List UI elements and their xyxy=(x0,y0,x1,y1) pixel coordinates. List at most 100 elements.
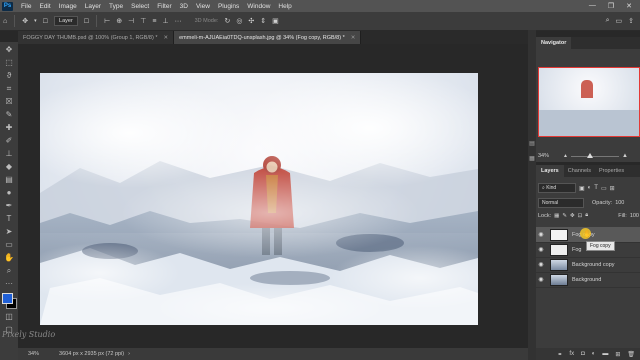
lasso-tool[interactable]: ϑ xyxy=(3,70,15,81)
menu-image[interactable]: Image xyxy=(55,3,81,10)
menu-type[interactable]: Type xyxy=(105,3,127,10)
zoom-level[interactable]: 34% xyxy=(28,351,39,357)
align-right-icon[interactable]: ⊣ xyxy=(128,17,134,25)
eye-icon[interactable]: ◉ xyxy=(536,261,546,268)
menu-layer[interactable]: Layer xyxy=(81,3,105,10)
move-tool[interactable]: ✥ xyxy=(3,44,15,55)
hand-tool[interactable]: ✋ xyxy=(3,252,15,263)
dodge-tool[interactable]: ● xyxy=(3,187,15,198)
minimize-icon[interactable]: — xyxy=(589,2,596,10)
close-tab-icon[interactable]: ✕ xyxy=(351,35,356,41)
menu-edit[interactable]: Edit xyxy=(35,3,54,10)
share-icon[interactable]: ⇪ xyxy=(628,17,634,25)
pen-tool[interactable]: ✒ xyxy=(3,200,15,211)
tab-emmeli-photo[interactable]: emmeli-m-AJUAEia0TDQ-unsplash.jpg @ 34% … xyxy=(174,31,362,44)
gradient-tool[interactable]: ▤ xyxy=(3,174,15,185)
eraser-tool[interactable]: ◆ xyxy=(3,161,15,172)
link-icon[interactable]: ⚭ xyxy=(557,351,562,358)
auto-select-checkbox[interactable]: ☐ xyxy=(43,18,48,25)
scale-3d-icon[interactable]: ▣ xyxy=(272,17,279,25)
tab-navigator[interactable]: Navigator xyxy=(536,37,572,49)
align-left-icon[interactable]: ⊢ xyxy=(104,17,110,25)
move-tool-icon[interactable]: ✥ xyxy=(22,17,28,25)
more-tools-icon[interactable]: ··· xyxy=(3,278,15,289)
eye-icon[interactable]: ◉ xyxy=(536,276,546,283)
shape-tool[interactable]: ▭ xyxy=(3,239,15,250)
panel-icon[interactable]: ▤ xyxy=(528,140,536,147)
zoom-slider-handle[interactable] xyxy=(586,152,593,158)
menu-filter[interactable]: Filter xyxy=(153,3,175,10)
navigator-zoom[interactable]: 34% xyxy=(538,153,549,159)
stamp-tool[interactable]: ⊥ xyxy=(3,148,15,159)
eye-icon[interactable]: ◉ xyxy=(536,246,546,253)
align-top-icon[interactable]: ⊤ xyxy=(140,17,146,25)
panel-icon[interactable]: ▦ xyxy=(528,155,536,162)
close-tab-icon[interactable]: ✕ xyxy=(163,35,168,41)
lock-artboard-icon[interactable]: ⊡ xyxy=(578,213,583,219)
type-filter-icon[interactable]: T xyxy=(594,185,598,191)
zoom-tool[interactable]: ⌕ xyxy=(3,265,15,276)
layer-select-dropdown[interactable]: Layer xyxy=(54,16,78,26)
tab-channels[interactable]: Channels xyxy=(564,165,595,177)
trash-icon[interactable]: 🗑︎ xyxy=(627,351,635,358)
adjustment-filter-icon[interactable]: ◐ xyxy=(588,185,592,191)
align-middle-icon[interactable]: ≡ xyxy=(152,18,156,25)
chevron-down-icon[interactable]: ▾ xyxy=(34,18,37,24)
brush-tool[interactable]: ✐ xyxy=(3,135,15,146)
menu-window[interactable]: Window xyxy=(243,3,274,10)
lock-transparency-icon[interactable]: ▦ xyxy=(554,213,559,219)
blend-mode-dropdown[interactable]: Normal xyxy=(538,198,584,208)
slide-3d-icon[interactable]: ⇕ xyxy=(260,17,266,25)
layer-row-background[interactable]: ◉ Background xyxy=(536,272,640,288)
workspace-icon[interactable]: ▭ xyxy=(616,17,623,25)
foreground-color-swatch[interactable] xyxy=(2,293,13,304)
chevron-right-icon[interactable]: › xyxy=(128,351,130,357)
menu-plugins[interactable]: Plugins xyxy=(214,3,243,10)
quick-mask-icon[interactable]: ◫ xyxy=(3,311,15,322)
roll-3d-icon[interactable]: ◎ xyxy=(236,17,242,25)
type-tool[interactable]: T xyxy=(3,213,15,224)
lock-all-icon[interactable]: 🔒︎ xyxy=(585,212,588,219)
eye-icon[interactable]: ◉ xyxy=(536,231,546,238)
home-icon[interactable]: ⌂ xyxy=(3,18,7,25)
frame-tool[interactable]: ☒ xyxy=(3,96,15,107)
marquee-tool[interactable]: ⬚ xyxy=(3,57,15,68)
menu-select[interactable]: Select xyxy=(127,3,153,10)
align-bottom-icon[interactable]: ⊥ xyxy=(162,17,168,25)
document-canvas-image[interactable] xyxy=(40,73,478,325)
menu-help[interactable]: Help xyxy=(274,3,295,10)
smart-filter-icon[interactable]: ⊞ xyxy=(610,185,615,192)
color-swatches[interactable] xyxy=(2,293,17,309)
tab-properties[interactable]: Properties xyxy=(595,165,628,177)
zoom-slider[interactable] xyxy=(570,152,619,158)
crop-tool[interactable]: ⌗ xyxy=(3,83,15,94)
tab-layers[interactable]: Layers xyxy=(536,165,564,177)
kind-filter-dropdown[interactable]: ⌕ Kind xyxy=(538,183,576,193)
layer-row-background-copy[interactable]: ◉ Background copy xyxy=(536,257,640,273)
healing-tool[interactable]: ✚ xyxy=(3,122,15,133)
more-options-icon[interactable]: ··· xyxy=(175,18,182,25)
fx-icon[interactable]: fx xyxy=(569,351,574,357)
navigator-preview[interactable] xyxy=(538,67,640,137)
orbit-3d-icon[interactable]: ↻ xyxy=(224,17,230,25)
search-icon[interactable]: ⌕ xyxy=(606,17,610,25)
transform-controls-checkbox[interactable]: ☐ xyxy=(84,18,89,25)
menu-file[interactable]: File xyxy=(17,3,35,10)
menu-view[interactable]: View xyxy=(192,3,214,10)
drag-3d-icon[interactable]: ✣ xyxy=(248,17,254,25)
close-icon[interactable]: ✕ xyxy=(626,2,632,10)
align-center-icon[interactable]: ⊕ xyxy=(116,17,122,25)
tab-foggy-day-thumb[interactable]: FOGGY DAY THUMB.psd @ 100% (Group 1, RGB… xyxy=(18,31,175,44)
lock-position-icon[interactable]: ✥ xyxy=(570,213,575,219)
panel-collapse-strip[interactable]: ▤ ▦ xyxy=(528,30,536,360)
zoom-in-icon[interactable]: ▲ xyxy=(622,153,628,159)
opacity-value[interactable]: 100 xyxy=(615,200,624,206)
lock-image-icon[interactable]: ✎ xyxy=(562,213,567,219)
mask-icon[interactable]: ◘ xyxy=(581,351,585,357)
zoom-out-icon[interactable]: ▲ xyxy=(563,153,568,159)
folder-icon[interactable]: ▬ xyxy=(602,351,608,357)
new-layer-icon[interactable]: ⊞ xyxy=(615,351,620,358)
shape-filter-icon[interactable]: ▭ xyxy=(601,185,607,192)
eyedropper-tool[interactable]: ✎ xyxy=(3,109,15,120)
maximize-icon[interactable]: ❐ xyxy=(608,2,614,10)
